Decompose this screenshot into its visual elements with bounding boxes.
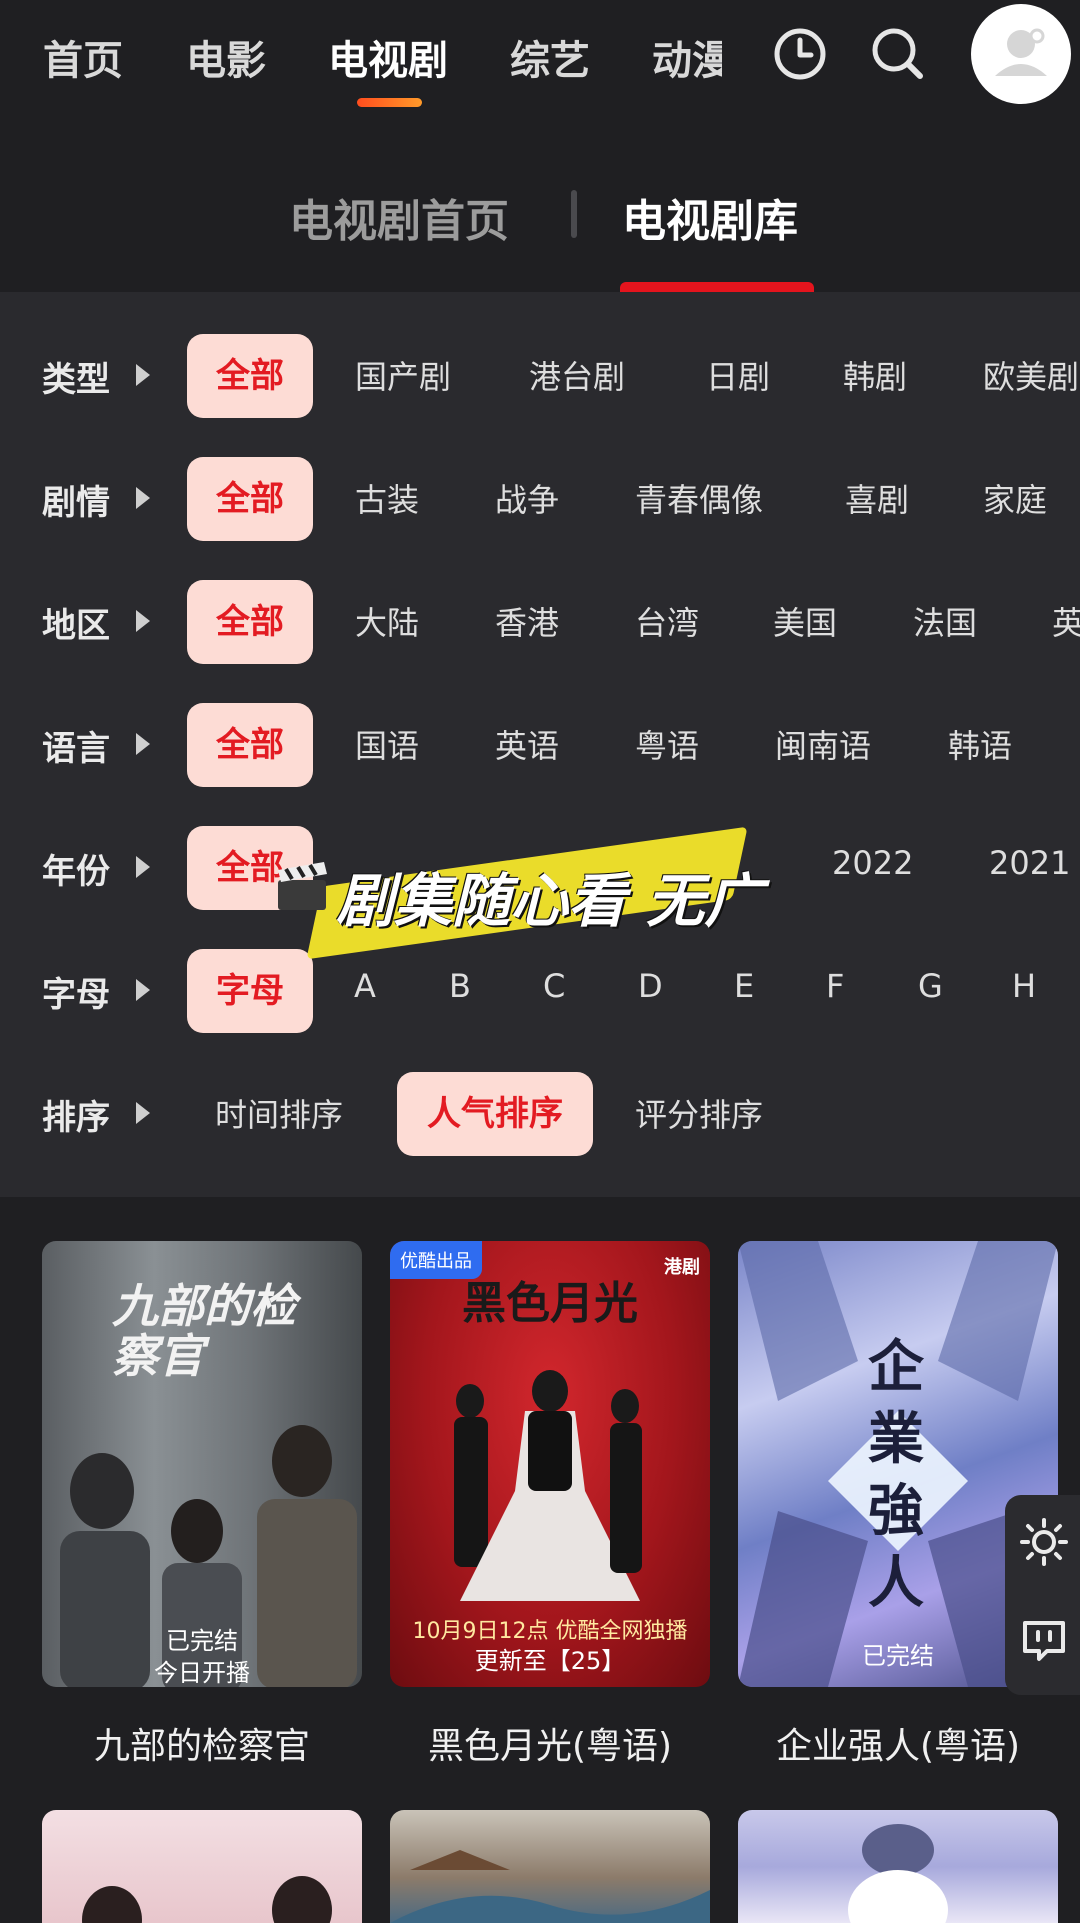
poster-status: 已完结 [166, 1627, 238, 1655]
tab-tv-library[interactable]: 电视剧库 [622, 185, 798, 249]
poster-figures-image [82, 1876, 332, 1923]
filter-option[interactable]: 台湾 [635, 598, 699, 644]
sub-tabs: 电视剧首页 电视剧库 [0, 120, 1080, 292]
filter-panel: 类型 全部 国产剧 港台剧 日剧 韩剧 欧美剧 剧情 全部 古装 战争 青春偶像… [0, 292, 1080, 1197]
filter-row-type: 类型 全部 国产剧 港台剧 日剧 韩剧 欧美剧 [0, 334, 1080, 418]
drama-title[interactable]: 黑色月光(粤语) [390, 1717, 710, 1769]
nav-variety[interactable]: 综艺 [510, 28, 590, 86]
poster-status: 更新至【25】 [474, 1647, 626, 1675]
filter-option[interactable]: 闽南语 [775, 721, 871, 767]
filter-option[interactable]: A [354, 967, 376, 1005]
floating-toolbar [1005, 1495, 1080, 1695]
filter-label: 年份 [42, 852, 110, 892]
filter-option[interactable]: 青春偶像 [635, 475, 763, 521]
sort-option[interactable]: 评分排序 [635, 1090, 763, 1136]
triangle-right-icon [136, 487, 150, 509]
user-avatar[interactable] [971, 4, 1071, 104]
filter-option[interactable]: G [918, 967, 943, 1005]
filter-option[interactable]: 古装 [355, 475, 419, 521]
filter-option[interactable]: 喜剧 [845, 475, 909, 521]
filter-option-selected[interactable]: 全部 [187, 334, 313, 418]
filter-option[interactable]: 美国 [773, 598, 837, 644]
history-clock-icon[interactable] [770, 24, 830, 84]
filter-option[interactable]: 韩剧 [843, 352, 907, 398]
poster-title-text: 企業強人 [868, 1334, 924, 1616]
filter-option[interactable]: 韩语 [948, 721, 1012, 767]
nav-home[interactable]: 首页 [43, 28, 123, 86]
filter-option-selected[interactable]: 全部 [187, 457, 313, 541]
filter-option[interactable]: 国语 [355, 721, 419, 767]
nav-active-indicator [357, 98, 422, 107]
poster-scenery-image [390, 1850, 710, 1923]
drama-poster[interactable]: 优酷出品 港剧 黑色月光 10月9日12点 优酷全网独播 更新至【25】 [390, 1241, 710, 1687]
poster-figure-image [848, 1824, 948, 1923]
filter-option[interactable]: 日剧 [706, 352, 770, 398]
filter-option[interactable]: D [638, 967, 663, 1005]
brightness-icon[interactable] [1017, 1515, 1071, 1569]
filter-row-letter: 字母 字母 A B C D E F G H [0, 949, 1080, 1033]
filter-label: 语言 [42, 729, 110, 769]
nav-anime[interactable]: 动漫 [652, 28, 722, 86]
filter-row-plot: 剧情 全部 古装 战争 青春偶像 喜剧 家庭 [0, 457, 1080, 541]
filter-option-selected[interactable]: 全部 [187, 703, 313, 787]
comment-icon[interactable] [1017, 1613, 1071, 1667]
nav-anime-clip: 动漫 [652, 28, 722, 88]
filter-option[interactable]: 大陆 [355, 598, 419, 644]
filter-option[interactable]: E [734, 967, 754, 1005]
filter-option[interactable]: 英 [1052, 598, 1080, 644]
nav-movies[interactable]: 电影 [186, 28, 266, 86]
drama-poster[interactable]: 九部的检察官 已完结 今日开播 [42, 1241, 362, 1687]
filter-row-language: 语言 全部 国语 英语 粤语 闽南语 韩语 [0, 703, 1080, 787]
filter-label: 类型 [42, 360, 110, 400]
filter-option[interactable]: B [449, 967, 471, 1005]
triangle-right-icon [136, 610, 150, 632]
filter-label: 地区 [42, 606, 110, 646]
filter-option[interactable]: 国产剧 [355, 352, 451, 398]
drama-poster-partial[interactable] [390, 1810, 710, 1923]
filter-option[interactable]: 家庭 [983, 475, 1047, 521]
triangle-right-icon [136, 1102, 150, 1124]
clapperboard-icon [278, 862, 327, 910]
poster-status-sub: 今日开播 [154, 1659, 250, 1687]
filter-option[interactable]: 香港 [495, 598, 559, 644]
filter-option[interactable]: 2022 [832, 844, 913, 882]
tab-active-indicator [620, 282, 814, 292]
filter-option[interactable]: 法国 [913, 598, 977, 644]
filter-option[interactable]: 欧美剧 [983, 352, 1079, 398]
user-icon [995, 28, 1047, 76]
promo-overlay: 剧集随心看 无广 [272, 826, 812, 960]
filter-label: 排序 [42, 1098, 110, 1138]
drama-poster-partial[interactable] [738, 1810, 1058, 1923]
triangle-right-icon [136, 364, 150, 386]
triangle-right-icon [136, 979, 150, 1001]
drama-title[interactable]: 九部的检察官 [42, 1717, 362, 1769]
filter-option[interactable]: C [543, 967, 565, 1005]
poster-title-text: 黑色月光 [462, 1278, 638, 1329]
triangle-right-icon [136, 856, 150, 878]
filter-option-selected[interactable]: 字母 [187, 949, 313, 1033]
filter-option[interactable]: 英语 [495, 721, 559, 767]
filter-row-region: 地区 全部 大陆 香港 台湾 美国 法国 英 [0, 580, 1080, 664]
filter-option[interactable]: H [1012, 967, 1036, 1005]
tab-tv-home[interactable]: 电视剧首页 [289, 185, 509, 249]
sort-option[interactable]: 时间排序 [215, 1090, 343, 1136]
filter-label: 剧情 [42, 483, 110, 523]
filter-option[interactable]: 粤语 [635, 721, 699, 767]
triangle-right-icon [136, 733, 150, 755]
search-icon[interactable] [868, 24, 928, 84]
filter-label: 字母 [42, 975, 110, 1015]
filter-option-selected[interactable]: 全部 [187, 580, 313, 664]
sort-option-selected[interactable]: 人气排序 [397, 1072, 593, 1156]
nav-tv-series[interactable]: 电视剧 [328, 28, 448, 86]
filter-option[interactable]: 港台剧 [529, 352, 625, 398]
overlay-text: 剧集随心看 无广 [336, 867, 763, 935]
drama-title[interactable]: 企业强人(粤语) [738, 1717, 1058, 1769]
filter-option[interactable]: 战争 [495, 475, 559, 521]
tab-divider [571, 190, 577, 238]
filter-row-sort: 排序 时间排序 人气排序 评分排序 [0, 1072, 1080, 1156]
drama-poster-partial[interactable] [42, 1810, 362, 1923]
top-nav: 首页 电影 电视剧 综艺 动漫 [0, 0, 1080, 120]
filter-option[interactable]: F [826, 967, 844, 1005]
filter-option[interactable]: 2021 [989, 844, 1070, 882]
